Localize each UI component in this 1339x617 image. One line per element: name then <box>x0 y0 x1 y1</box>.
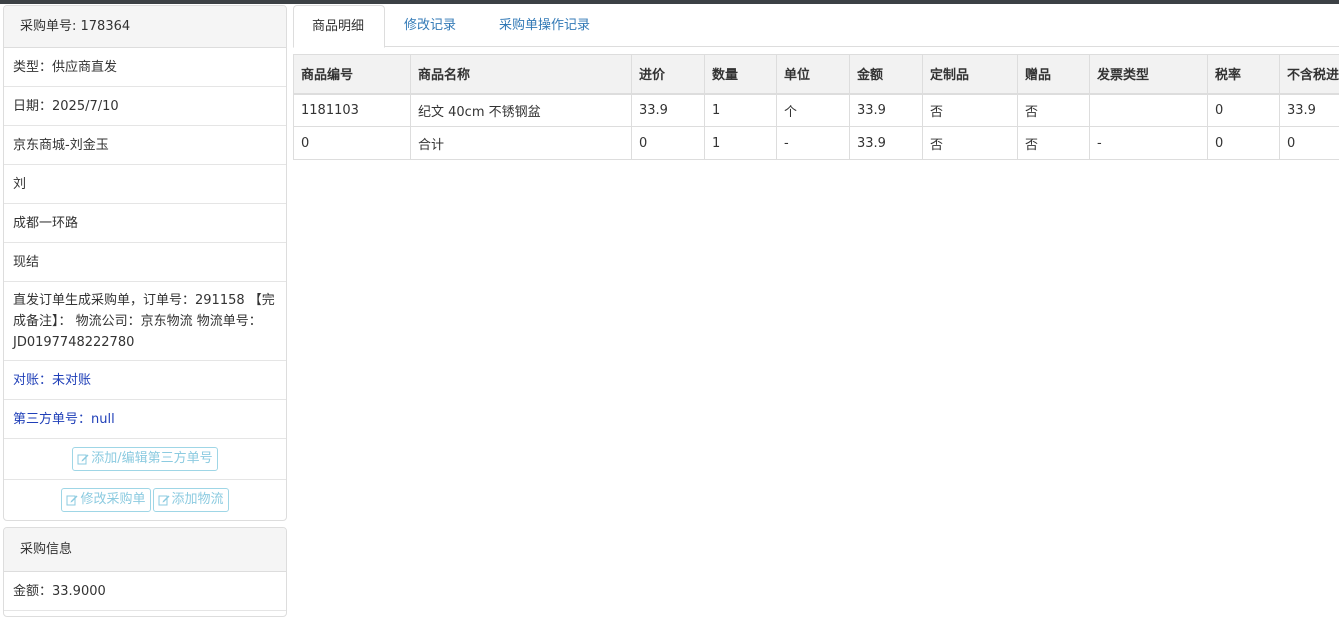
tab-product-details[interactable]: 商品明细 <box>293 5 385 48</box>
order-info-panel: 采购单号: 178364 类型：供应商直发 日期：2025/7/10 京东商城-… <box>3 5 287 521</box>
tab-modification-log[interactable]: 修改记录 <box>386 5 481 47</box>
table-row: 1181103 纪文 40cm 不锈钢盆 33.9 1 个 33.9 否 否 0… <box>294 94 1339 127</box>
cell-tax-rate: 0 <box>1208 127 1280 160</box>
third-party-order-number[interactable]: 第三方单号：null <box>4 400 286 439</box>
cell-quantity: 1 <box>705 94 777 127</box>
payment-method: 现结 <box>4 243 286 282</box>
cell-amount: 33.9 <box>850 94 923 127</box>
add-logistics-button[interactable]: 添加物流 <box>153 488 229 512</box>
header-purchase-price: 进价 <box>632 55 705 94</box>
purchase-info-heading: 采购信息 <box>4 528 286 572</box>
supplier-name: 京东商城-刘金玉 <box>4 126 286 165</box>
cell-custom-product: 否 <box>923 94 1018 127</box>
header-amount: 金额 <box>850 55 923 94</box>
tab-operation-log[interactable]: 采购单操作记录 <box>481 5 611 47</box>
cell-quantity: 1 <box>705 127 777 160</box>
edit-third-party-label: 添加/编辑第三方单号 <box>91 448 212 470</box>
cell-amount: 33.9 <box>850 127 923 160</box>
cell-unit: 个 <box>777 94 850 127</box>
cell-product-code: 0 <box>294 127 411 160</box>
address: 成都一环路 <box>4 204 286 243</box>
cell-price-excl-tax: 33.9 <box>1280 94 1339 127</box>
cell-gift: 否 <box>1018 127 1090 160</box>
header-invoice-type: 发票类型 <box>1090 55 1208 94</box>
edit-icon <box>158 494 170 506</box>
cell-invoice-type: - <box>1090 127 1208 160</box>
cell-tax-rate: 0 <box>1208 94 1280 127</box>
order-date: 日期：2025/7/10 <box>4 87 286 126</box>
header-product-code: 商品编号 <box>294 55 411 94</box>
cell-product-name: 合计 <box>411 127 632 160</box>
order-type: 类型：供应商直发 <box>4 48 286 87</box>
cell-price-excl-tax: 0 <box>1280 127 1339 160</box>
header-product-name: 商品名称 <box>411 55 632 94</box>
header-tax-rate: 税率 <box>1208 55 1280 94</box>
cell-invoice-type <box>1090 94 1208 127</box>
product-table: 商品编号 商品名称 进价 数量 单位 金额 定制品 赠品 发票类型 税率 不含税… <box>293 54 1339 160</box>
edit-third-party-button[interactable]: 添加/编辑第三方单号 <box>72 447 217 471</box>
reconciliation-status[interactable]: 对账：未对账 <box>4 361 286 400</box>
edit-order-label: 修改采购单 <box>80 489 145 511</box>
third-party-button-row: 添加/编辑第三方单号 <box>4 439 286 480</box>
product-table-container: 商品编号 商品名称 进价 数量 单位 金额 定制品 赠品 发票类型 税率 不含税… <box>293 54 1339 160</box>
purchase-info-panel: 采购信息 金额：33.9000 <box>3 527 287 617</box>
window-top-bar <box>0 0 1339 4</box>
header-price-excl-tax: 不含税进价 <box>1280 55 1339 94</box>
edit-icon <box>66 494 78 506</box>
cell-unit: - <box>777 127 850 160</box>
table-header-row: 商品编号 商品名称 进价 数量 单位 金额 定制品 赠品 发票类型 税率 不含税… <box>294 55 1339 94</box>
header-quantity: 数量 <box>705 55 777 94</box>
cell-custom-product: 否 <box>923 127 1018 160</box>
contact-name: 刘 <box>4 165 286 204</box>
order-remark: 直发订单生成采购单，订单号：291158 【完成备注】： 物流公司：京东物流 物… <box>4 282 286 361</box>
header-unit: 单位 <box>777 55 850 94</box>
order-number-heading: 采购单号: 178364 <box>4 6 286 48</box>
table-row: 0 合计 0 1 - 33.9 否 否 - 0 0 <box>294 127 1339 160</box>
edit-order-button[interactable]: 修改采购单 <box>61 488 150 512</box>
order-action-button-row: 修改采购单 添加物流 <box>4 480 286 521</box>
detail-tabs: 商品明细 修改记录 采购单操作记录 <box>293 5 1339 47</box>
edit-icon <box>77 453 89 465</box>
header-custom-product: 定制品 <box>923 55 1018 94</box>
purchase-amount: 金额：33.9000 <box>4 572 286 611</box>
cell-gift: 否 <box>1018 94 1090 127</box>
cell-purchase-price: 0 <box>632 127 705 160</box>
add-logistics-label: 添加物流 <box>172 489 224 511</box>
header-gift: 赠品 <box>1018 55 1090 94</box>
cell-product-code: 1181103 <box>294 94 411 127</box>
cell-purchase-price: 33.9 <box>632 94 705 127</box>
cell-product-name: 纪文 40cm 不锈钢盆 <box>411 94 632 127</box>
